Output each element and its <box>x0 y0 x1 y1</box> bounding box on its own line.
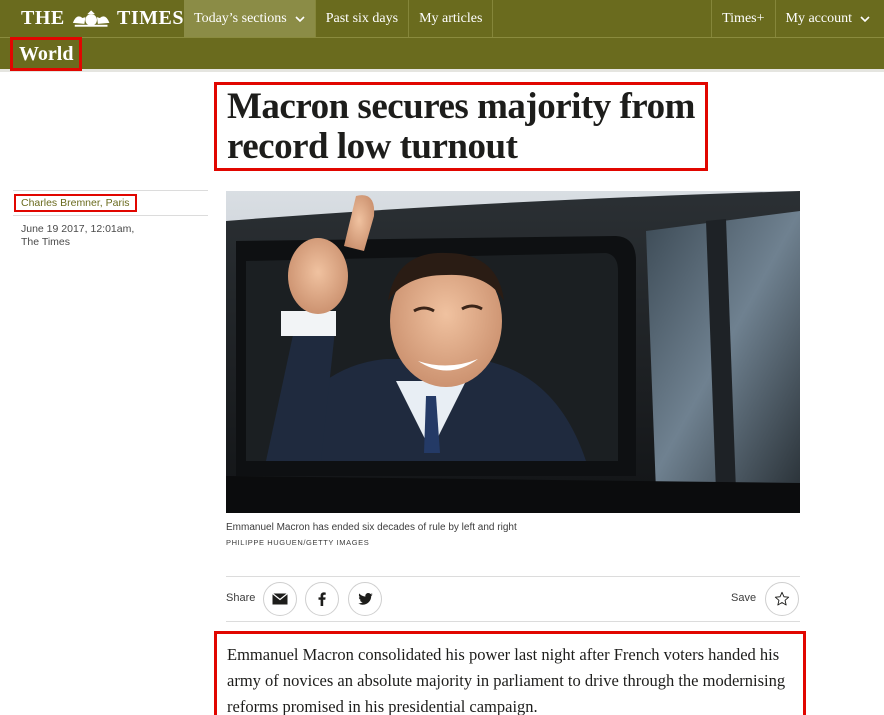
nav-my-articles[interactable]: My articles <box>409 0 494 37</box>
article-body: Emmanuel Macron consolidated his power l… <box>214 631 806 715</box>
save-label: Save <box>731 592 757 604</box>
twitter-icon <box>357 593 373 605</box>
nav-past-six-days[interactable]: Past six days <box>316 0 410 37</box>
publication-name: The Times <box>21 236 71 248</box>
photo-caption: Emmanuel Macron has ended six decades of… <box>226 522 517 533</box>
publication-info: June 19 2017, 12:01am, The Times <box>21 223 171 249</box>
share-label: Share <box>226 592 256 604</box>
article-photo <box>226 191 800 513</box>
nav-todays-sections-label: Today’s sections <box>194 10 287 26</box>
nav-my-articles-label: My articles <box>419 10 483 26</box>
email-icon <box>272 593 288 605</box>
royal-crest-icon <box>72 9 110 27</box>
nav-spacer <box>493 0 713 37</box>
byline-divider <box>13 190 208 191</box>
share-facebook-button[interactable] <box>305 582 339 616</box>
photo-credit: PHILIPPE HUGUEN/GETTY IMAGES <box>226 538 370 547</box>
nav-times-plus[interactable]: Times+ <box>712 0 776 37</box>
nav-todays-sections[interactable]: Today’s sections <box>184 0 316 37</box>
article-headline: Macron secures majority from record low … <box>227 86 695 167</box>
chevron-down-icon <box>860 15 870 22</box>
save-button[interactable] <box>765 582 799 616</box>
article-first-paragraph: Emmanuel Macron consolidated his power l… <box>227 645 786 715</box>
facebook-icon <box>318 592 326 606</box>
section-title[interactable]: World <box>9 37 83 71</box>
nav-my-account-label: My account <box>785 10 852 26</box>
times-logo[interactable]: THE TIMES <box>0 0 184 37</box>
share-divider-top <box>226 576 800 577</box>
nav-my-account[interactable]: My account <box>776 0 884 37</box>
publication-date: June 19 2017, 12:01am, <box>21 223 135 235</box>
photo-illustration <box>226 191 800 513</box>
masthead-word-the: THE <box>21 7 65 29</box>
share-twitter-button[interactable] <box>348 582 382 616</box>
chevron-down-icon <box>295 15 305 22</box>
share-divider-bottom <box>226 621 800 622</box>
byline-divider <box>13 215 208 216</box>
headline-container: Macron secures majority from record low … <box>214 82 708 171</box>
masthead-word-times: TIMES <box>117 7 184 29</box>
top-navigation: THE TIMES Today’s sections Past six days… <box>0 0 884 38</box>
share-email-button[interactable] <box>263 582 297 616</box>
star-icon <box>774 591 790 606</box>
author-link[interactable]: Charles Bremner, Paris <box>14 194 137 212</box>
section-bar: World <box>0 37 884 72</box>
nav-past-six-days-label: Past six days <box>325 10 399 26</box>
nav-times-plus-label: Times+ <box>722 10 765 26</box>
